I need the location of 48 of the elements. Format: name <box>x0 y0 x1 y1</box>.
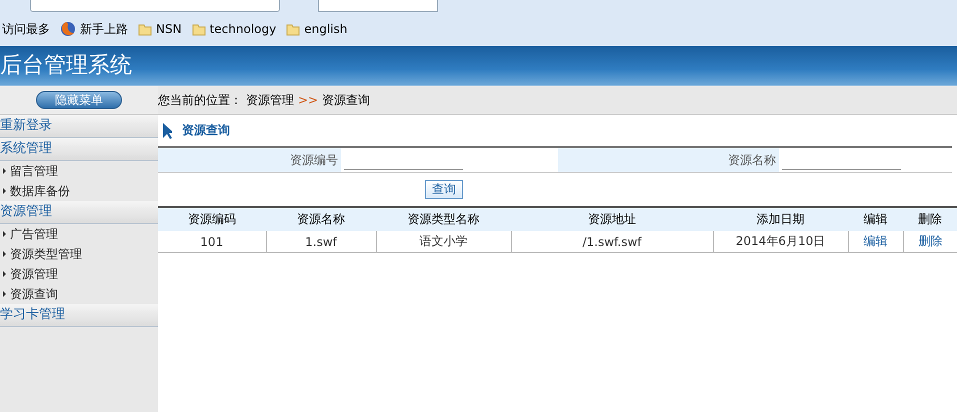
bookmark[interactable]: 新手上路 <box>60 20 128 38</box>
globe-icon <box>60 21 76 37</box>
breadcrumb-label: 您当前的位置： <box>158 92 242 108</box>
menu-item[interactable]: 资源管理 <box>10 264 58 284</box>
column-header: 添加日期 <box>713 208 848 231</box>
table-cell: 2014年6月10日 <box>713 231 848 252</box>
table-cell: 101 <box>158 231 266 252</box>
triangle-icon <box>3 231 6 237</box>
app-title: 后台管理系统 <box>0 52 132 80</box>
menu-group[interactable]: 学习卡管理 <box>0 304 158 327</box>
table-cell: 1.swf <box>266 231 376 252</box>
breadcrumb-separator: >> <box>298 93 318 107</box>
column-header: 资源类型名称 <box>376 208 511 231</box>
table-cell: /1.swf.swf <box>511 231 713 252</box>
menu-group[interactable]: 资源管理 <box>0 201 158 224</box>
table-cell: 语文小学 <box>376 231 511 252</box>
triangle-icon <box>3 271 6 277</box>
column-header: 资源名称 <box>266 208 376 231</box>
field-label: 资源名称 <box>558 148 779 172</box>
menu-item[interactable]: 资源类型管理 <box>10 244 82 264</box>
menu-item[interactable]: 留言管理 <box>10 161 58 181</box>
cursor-icon <box>162 122 172 139</box>
menu-item[interactable]: 数据库备份 <box>10 181 70 201</box>
delete-link[interactable]: 删除 <box>918 234 942 248</box>
menu-group[interactable]: 系统管理 <box>0 138 158 161</box>
triangle-icon <box>3 291 6 297</box>
column-header: 删除 <box>903 208 957 231</box>
search-button[interactable]: 查询 <box>425 180 463 199</box>
breadcrumb-item: 资源查询 <box>322 92 370 108</box>
column-header: 资源地址 <box>511 208 713 231</box>
triangle-icon <box>3 251 6 257</box>
menu-group[interactable]: 重新登录 <box>0 115 158 138</box>
page-title: 资源查询 <box>182 122 230 139</box>
column-header: 资源编码 <box>158 208 266 231</box>
field-label: 资源编号 <box>158 148 341 172</box>
bookmark[interactable]: 访问最多 <box>2 20 50 38</box>
menu-item[interactable]: 资源查询 <box>10 284 58 304</box>
triangle-icon <box>3 168 6 174</box>
folder-icon <box>192 22 206 36</box>
folder-icon <box>138 22 152 36</box>
triangle-icon <box>3 188 6 194</box>
breadcrumb-item: 资源管理 <box>246 92 294 108</box>
folder-icon <box>286 22 300 36</box>
bookmark[interactable]: technology <box>192 22 276 36</box>
bookmark[interactable]: english <box>286 22 348 36</box>
bookmark[interactable]: NSN <box>138 22 182 36</box>
menu-item[interactable]: 广告管理 <box>10 224 58 244</box>
column-header: 编辑 <box>848 208 903 231</box>
